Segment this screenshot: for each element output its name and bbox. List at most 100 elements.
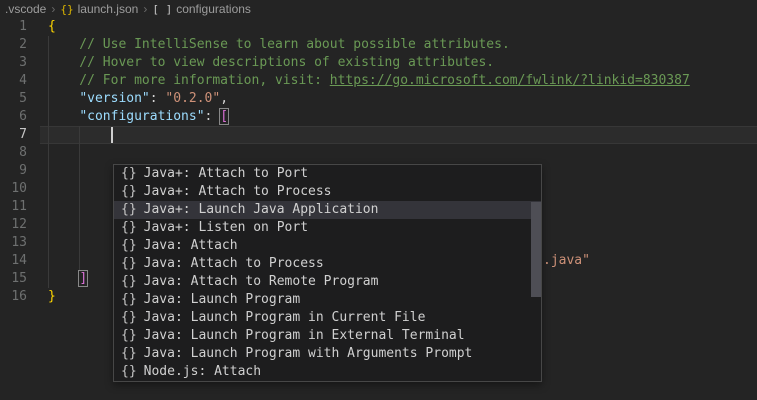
text-cursor	[111, 127, 113, 143]
line-number[interactable]: 3	[0, 54, 27, 72]
suggest-list: {}Java+: Attach to Port{}Java+: Attach t…	[114, 165, 541, 381]
suggest-item[interactable]: {}Java: Attach	[114, 237, 541, 255]
code-line[interactable]: 4 // For more information, visit: https:…	[0, 72, 757, 90]
code-line[interactable]: 5 "version": "0.2.0",	[0, 90, 757, 108]
code-token	[48, 109, 79, 124]
suggest-item[interactable]: {} Java+: Attach to Process	[114, 183, 541, 201]
code-line[interactable]: 1{	[0, 18, 757, 36]
json-object-icon: {}	[60, 3, 73, 16]
line-content: "version": "0.2.0",	[48, 90, 228, 108]
link[interactable]: https://go.microsoft.com/fwlink/?linkid=…	[330, 73, 690, 88]
code-token: :	[205, 109, 221, 124]
code-token: [	[220, 109, 228, 124]
indent-guide	[48, 126, 49, 144]
indent-guide	[48, 216, 49, 234]
suggest-item[interactable]: {}Java: Launch Program in Current File	[114, 309, 541, 327]
code-token	[48, 271, 79, 286]
indent-guide	[48, 198, 49, 216]
snippet-icon: {}	[121, 345, 137, 363]
code-token	[48, 91, 79, 106]
indent-guide	[48, 162, 49, 180]
snippet-icon: {}	[121, 273, 137, 291]
line-number[interactable]: 2	[0, 36, 27, 54]
line-number[interactable]: 10	[0, 180, 27, 198]
code-token: ,	[220, 91, 228, 106]
line-number[interactable]: 7	[0, 126, 27, 144]
suggest-item[interactable]: {}Java: Launch Program in External Termi…	[114, 327, 541, 345]
code-token: {	[48, 19, 56, 34]
suggest-item[interactable]: {}Java: Launch Program with Arguments Pr…	[114, 345, 541, 363]
editor[interactable]: 1{2 // Use IntelliSense to learn about p…	[0, 18, 757, 400]
code-line[interactable]: 7	[0, 126, 757, 144]
snippet-icon: {}	[121, 255, 137, 273]
suggest-item[interactable]: {} Java+: Listen on Port	[114, 219, 541, 237]
code-token: ]	[79, 271, 87, 286]
snippet-icon: {}	[121, 219, 137, 237]
code-line[interactable]: 8	[0, 144, 757, 162]
line-number[interactable]: 16	[0, 288, 27, 306]
indent-guide	[48, 180, 49, 198]
suggest-item[interactable]: {} Java: Attach to Remote Program	[114, 273, 541, 291]
line-number[interactable]: 4	[0, 72, 27, 90]
suggest-item-label: Java: Attach	[144, 237, 238, 255]
indent-guide	[79, 234, 80, 252]
line-content: // For more information, visit: https://…	[48, 72, 690, 90]
indent-guide	[79, 180, 80, 198]
line-number[interactable]: 14	[0, 252, 27, 270]
line-number[interactable]: 15	[0, 270, 27, 288]
scrollbar-thumb[interactable]	[531, 202, 541, 297]
breadcrumb-separator-icon: ›	[46, 2, 60, 16]
suggest-item[interactable]: {}Java: Launch Program	[114, 291, 541, 309]
suggest-item-label: Java: Attach to Remote Program	[144, 273, 379, 291]
peek-text: .java"	[543, 252, 590, 270]
line-content: // Hover to view descriptions of existin…	[48, 54, 494, 72]
code-token: // Hover to view descriptions of existin…	[48, 55, 494, 70]
suggest-item-label: Node.js: Attach	[144, 363, 261, 381]
snippet-icon: {}	[121, 183, 137, 201]
code-token: }	[48, 289, 56, 304]
line-content: ]	[48, 270, 87, 288]
code-token: "version"	[79, 91, 149, 106]
snippet-icon: {}	[121, 309, 137, 327]
snippet-icon: {}	[121, 327, 137, 345]
breadcrumb-item-label: launch.json	[78, 2, 139, 16]
indent-guide	[48, 234, 49, 252]
suggest-item-label: Java: Launch Program	[144, 291, 301, 309]
indent-guide	[79, 252, 80, 270]
indent-guide	[79, 126, 80, 144]
line-number[interactable]: 1	[0, 18, 27, 36]
vscode-editor-window: .vscode›{}launch.json›[ ]configurations …	[0, 0, 757, 400]
code-token: "0.2.0"	[165, 91, 220, 106]
json-array-icon: [ ]	[152, 3, 172, 16]
code-line[interactable]: 3 // Hover to view descriptions of exist…	[0, 54, 757, 72]
suggest-widget: {}Java+: Attach to Port{}Java+: Attach t…	[113, 164, 542, 382]
breadcrumb-item-launch-json[interactable]: {} launch.json	[60, 2, 138, 16]
suggest-item-label: Java+: Listen on Port	[144, 219, 308, 237]
current-line-highlight	[40, 126, 757, 144]
code-line[interactable]: 2 // Use IntelliSense to learn about pos…	[0, 36, 757, 54]
indent-guide	[48, 144, 49, 162]
breadcrumb-item--vscode[interactable]: .vscode	[5, 2, 46, 16]
suggest-item-label: Java: Attach to Process	[144, 255, 324, 273]
suggest-item[interactable]: {}Node.js: Attach	[114, 363, 541, 381]
suggest-item[interactable]: {}Java+: Attach to Port	[114, 165, 541, 183]
line-number[interactable]: 6	[0, 108, 27, 126]
breadcrumb-item-label: .vscode	[5, 2, 46, 16]
snippet-icon: {}	[121, 165, 137, 183]
line-number[interactable]: 8	[0, 144, 27, 162]
suggest-item[interactable]: {}Java+: Launch Java Application	[114, 201, 541, 219]
breadcrumb-item-configurations[interactable]: [ ]configurations	[152, 2, 251, 16]
suggest-item-label: Java+: Attach to Process	[144, 183, 332, 201]
line-number[interactable]: 11	[0, 198, 27, 216]
line-content: "configurations": [	[48, 108, 228, 126]
code-token: :	[150, 91, 166, 106]
line-number[interactable]: 9	[0, 162, 27, 180]
suggest-item[interactable]: {} Java: Attach to Process	[114, 255, 541, 273]
line-number[interactable]: 13	[0, 234, 27, 252]
line-number[interactable]: 5	[0, 90, 27, 108]
code-token: // For more information, visit:	[48, 73, 330, 88]
line-number[interactable]: 12	[0, 216, 27, 234]
breadcrumb-separator-icon: ›	[138, 2, 152, 16]
code-token: // Use IntelliSense to learn about possi…	[48, 37, 510, 52]
code-line[interactable]: 6 "configurations": [	[0, 108, 757, 126]
